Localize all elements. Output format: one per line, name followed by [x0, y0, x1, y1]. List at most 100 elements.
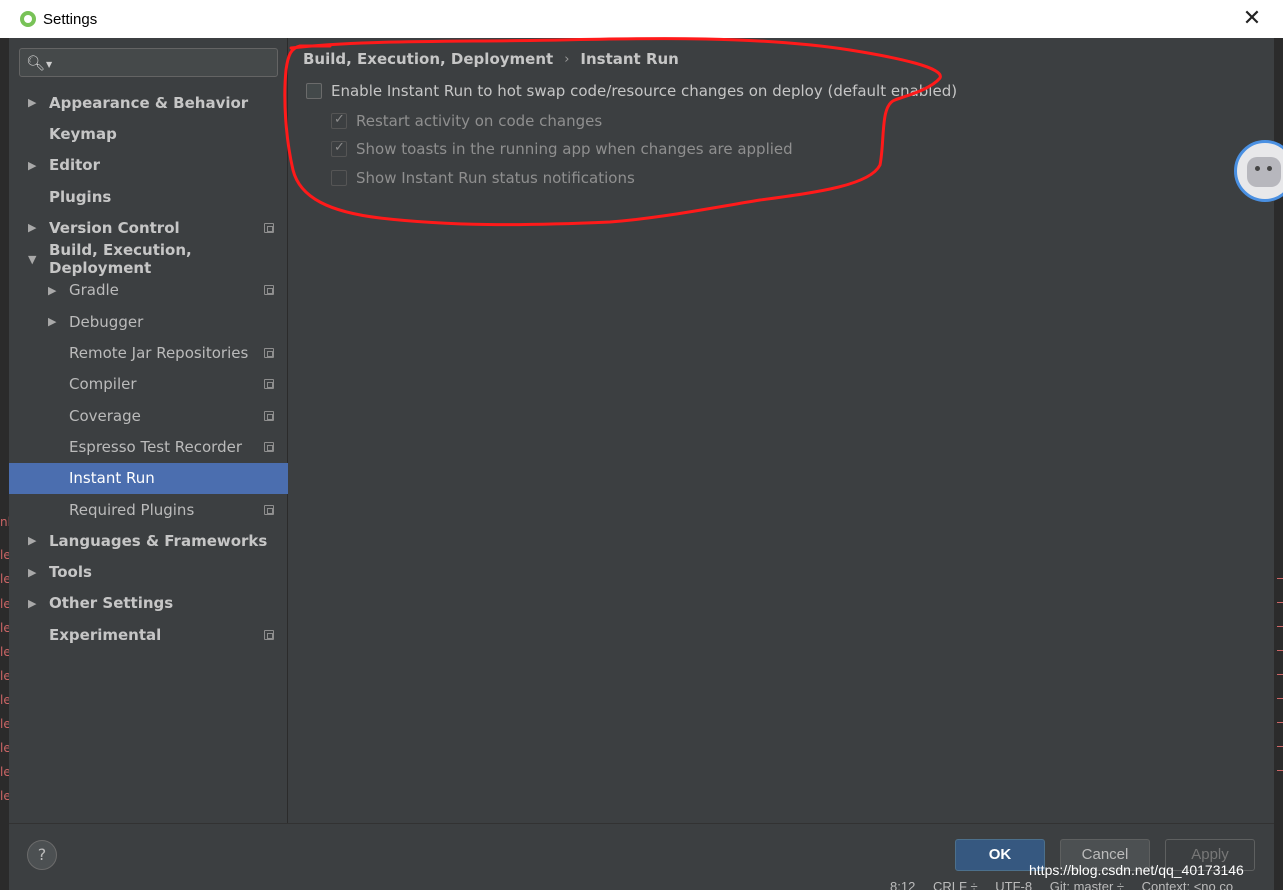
tree-item-gradle[interactable]: ▶ Gradle: [9, 275, 288, 306]
breadcrumb: Build, Execution, Deployment › Instant R…: [303, 50, 679, 68]
option-label: Restart activity on code changes: [356, 112, 603, 130]
tree-item-languages-frameworks[interactable]: ▶ Languages & Frameworks: [9, 525, 288, 556]
tree-item-coverage[interactable]: Coverage: [9, 400, 288, 431]
tree-item-editor[interactable]: ▶ Editor: [9, 150, 288, 181]
ide-status-bar: 8:12 CRLF ÷ UTF-8 Git: master ÷ Context:…: [890, 879, 1247, 890]
android-studio-icon: [20, 11, 36, 27]
dropdown-caret-icon[interactable]: ▼: [46, 60, 52, 69]
project-settings-icon: [264, 379, 274, 390]
restart-activity-option[interactable]: Restart activity on code changes: [331, 112, 602, 130]
tree-item-label: Other Settings: [49, 594, 174, 613]
background-editor-right-edge: [1274, 0, 1283, 890]
breadcrumb-current: Instant Run: [580, 50, 679, 68]
tree-item-label: Instant Run: [69, 469, 155, 488]
breadcrumb-parent: Build, Execution, Deployment: [303, 50, 554, 68]
file-encoding[interactable]: UTF-8: [995, 879, 1032, 890]
tree-item-label: Experimental: [49, 625, 162, 644]
tree-item-label: Version Control: [49, 218, 180, 237]
collapse-arrow-icon[interactable]: ▼: [28, 253, 36, 266]
close-button[interactable]: ✕: [1241, 8, 1263, 30]
settings-content-panel: Build, Execution, Deployment › Instant R…: [289, 38, 1274, 823]
title-bar: Settings ✕: [0, 0, 1283, 38]
expand-arrow-icon[interactable]: ▶: [28, 566, 36, 579]
tree-item-label: Espresso Test Recorder: [69, 437, 242, 456]
robot-face-icon: [1247, 157, 1281, 187]
tree-item-espresso-test-recorder[interactable]: Espresso Test Recorder: [9, 431, 288, 462]
show-toasts-option[interactable]: Show toasts in the running app when chan…: [331, 140, 793, 158]
background-editor-left-edge: nl le le le le le le le le le le le: [0, 0, 11, 890]
tree-item-label: Languages & Frameworks: [49, 531, 268, 550]
editor-tick: [1277, 650, 1283, 651]
enable-instant-run-checkbox[interactable]: [306, 83, 322, 99]
editor-tick: [1277, 746, 1283, 747]
tree-item-label: Editor: [49, 156, 100, 175]
expand-arrow-icon[interactable]: ▶: [28, 159, 36, 172]
tree-item-label: Required Plugins: [69, 500, 195, 519]
tree-item-version-control[interactable]: ▶ Version Control: [9, 212, 288, 243]
project-settings-icon: [264, 348, 274, 359]
restart-activity-checkbox[interactable]: [331, 112, 347, 129]
help-button[interactable]: ?: [27, 840, 57, 870]
tree-item-label: Gradle: [69, 281, 119, 300]
editor-tick: [1277, 722, 1283, 723]
option-label: Show toasts in the running app when chan…: [356, 140, 793, 158]
tree-item-label: Build, Execution, Deployment: [49, 241, 192, 278]
editor-tick: [1277, 578, 1283, 579]
project-settings-icon: [264, 629, 274, 640]
editor-tick: [1277, 770, 1283, 771]
search-input[interactable]: [58, 54, 277, 71]
search-icon: 🔍︎: [26, 53, 46, 72]
tree-item-required-plugins[interactable]: Required Plugins: [9, 494, 288, 525]
tree-item-keymap[interactable]: Keymap: [9, 118, 288, 149]
line-separator[interactable]: CRLF ÷: [933, 879, 978, 890]
expand-arrow-icon[interactable]: ▶: [28, 221, 36, 234]
expand-arrow-icon[interactable]: ▶: [28, 96, 36, 109]
editor-tick: [1277, 602, 1283, 603]
status-notifications-checkbox[interactable]: [331, 170, 347, 186]
project-settings-icon: [264, 441, 274, 452]
expand-arrow-icon[interactable]: ▶: [28, 534, 36, 547]
tree-item-label: Compiler: [69, 375, 137, 394]
watermark-url: https://blog.csdn.net/qq_40173146: [1029, 862, 1244, 878]
close-icon: ✕: [1242, 6, 1262, 31]
option-label: Show Instant Run status notifications: [356, 169, 635, 187]
editor-tick: [1277, 674, 1283, 675]
expand-arrow-icon[interactable]: ▶: [48, 284, 56, 297]
settings-sidebar: 🔍︎ ▼ ▶ Appearance & Behavior Keymap ▶ Ed…: [9, 38, 288, 823]
expand-arrow-icon[interactable]: ▶: [48, 315, 56, 328]
window-title: Settings: [43, 10, 98, 28]
tree-item-build-execution-deployment[interactable]: ▼ Build, Execution, Deployment: [9, 241, 288, 278]
expand-arrow-icon[interactable]: ▶: [28, 597, 36, 610]
tree-item-label: Debugger: [69, 312, 144, 331]
project-settings-icon: [264, 410, 274, 421]
option-label: Enable Instant Run to hot swap code/reso…: [331, 82, 958, 100]
tree-item-label: Plugins: [49, 187, 112, 206]
editor-tick: [1277, 698, 1283, 699]
tree-item-experimental[interactable]: Experimental: [9, 619, 288, 650]
enable-instant-run-option[interactable]: Enable Instant Run to hot swap code/reso…: [306, 82, 957, 100]
status-notifications-option[interactable]: Show Instant Run status notifications: [331, 169, 635, 187]
project-settings-icon: [264, 285, 274, 296]
git-branch[interactable]: Git: master ÷: [1050, 879, 1124, 890]
tree-item-debugger[interactable]: ▶ Debugger: [9, 306, 288, 337]
breadcrumb-separator-icon: ›: [564, 51, 570, 67]
tree-item-label: Coverage: [69, 406, 141, 425]
context-indicator[interactable]: Context: <no co: [1142, 879, 1233, 890]
tree-item-instant-run[interactable]: Instant Run: [9, 462, 288, 494]
settings-tree: ▶ Appearance & Behavior Keymap ▶ Editor …: [9, 87, 288, 650]
tree-item-label: Remote Jar Repositories: [69, 344, 249, 363]
settings-search[interactable]: 🔍︎ ▼: [19, 48, 278, 77]
project-settings-icon: [264, 504, 274, 515]
tree-item-other-settings[interactable]: ▶ Other Settings: [9, 588, 288, 619]
cursor-position[interactable]: 8:12: [890, 879, 915, 890]
tree-item-tools[interactable]: ▶ Tools: [9, 556, 288, 587]
editor-tick: [1277, 626, 1283, 627]
tree-item-compiler[interactable]: Compiler: [9, 369, 288, 400]
tree-item-remote-jar-repositories[interactable]: Remote Jar Repositories: [9, 337, 288, 368]
show-toasts-checkbox[interactable]: [331, 140, 347, 157]
tree-item-plugins[interactable]: Plugins: [9, 181, 288, 212]
tree-item-label: Keymap: [49, 124, 117, 143]
settings-dialog: Settings ✕ 🔍︎ ▼ ▶ Appearance & Behavior …: [0, 0, 1283, 890]
tree-item-appearance-behavior[interactable]: ▶ Appearance & Behavior: [9, 87, 288, 118]
tree-item-label: Tools: [49, 563, 92, 582]
